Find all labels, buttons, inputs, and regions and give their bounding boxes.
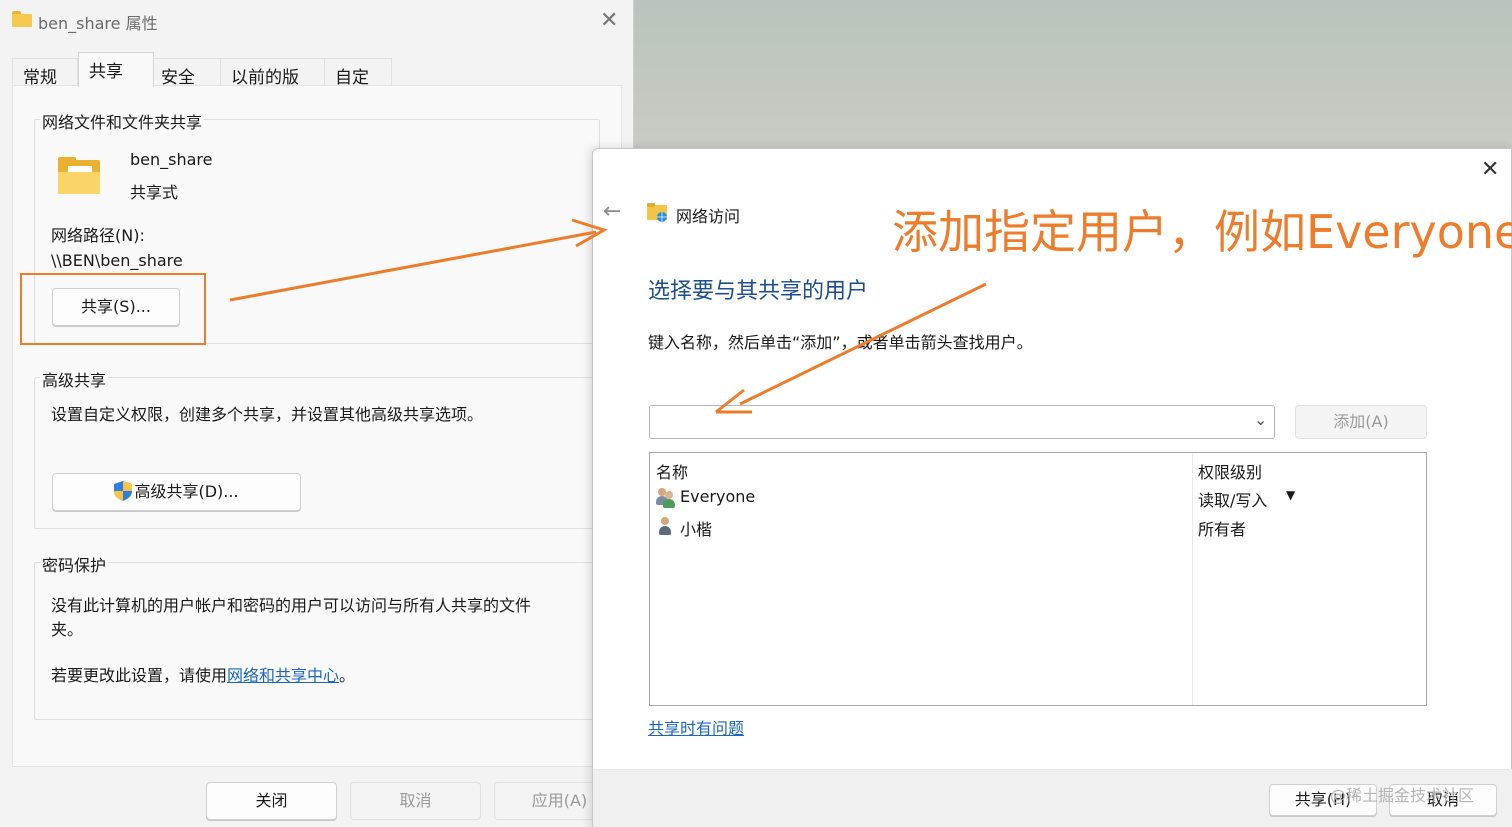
watermark: @稀土掘金技术社区 [1330, 786, 1475, 805]
annotation-arrows [229, 218, 987, 414]
annotation-text: 添加指定用户，例如Everyone [892, 205, 1512, 259]
tab-sharing[interactable]: 共享 [78, 52, 154, 87]
